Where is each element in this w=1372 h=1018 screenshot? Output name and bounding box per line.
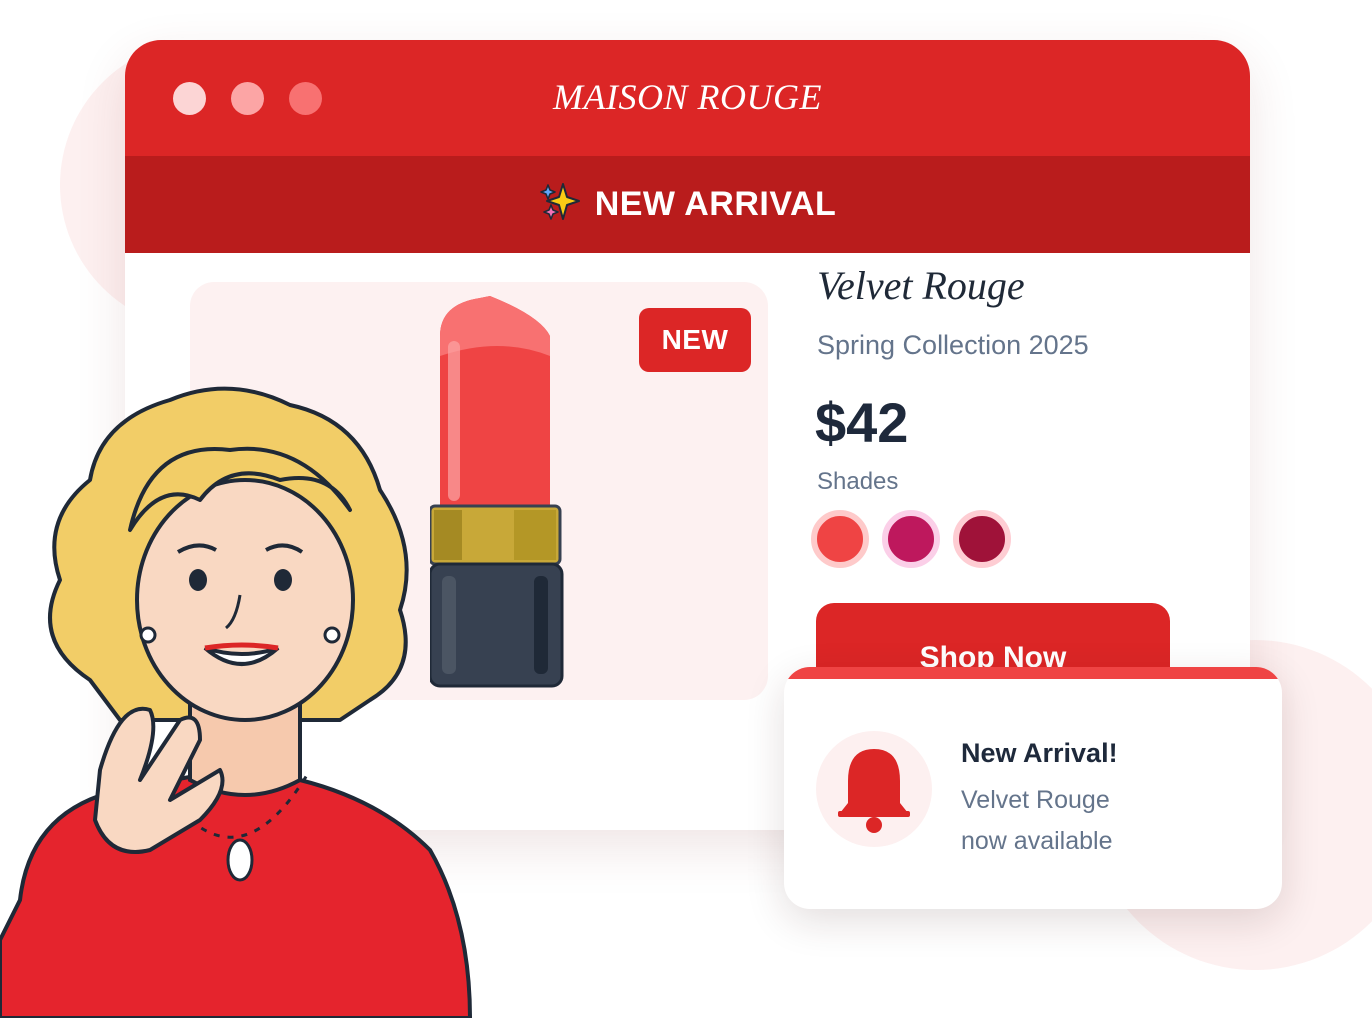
product-title: Velvet Rouge <box>817 263 1025 308</box>
sparkles-icon <box>539 181 581 228</box>
new-badge: NEW <box>639 308 751 372</box>
notification-title: New Arrival! <box>961 738 1118 768</box>
shade-swatch[interactable] <box>882 510 940 568</box>
product-price: $42 <box>815 391 909 454</box>
notification-card[interactable]: New Arrival! Velvet Rouge now available <box>784 667 1282 909</box>
notification-line: Velvet Rouge <box>961 786 1110 814</box>
notification-line: now available <box>961 827 1113 855</box>
shade-swatch[interactable] <box>953 510 1011 568</box>
title-bar: MAISON ROUGE <box>125 40 1250 156</box>
shade-swatch[interactable] <box>811 510 869 568</box>
app-title: MAISON ROUGE <box>553 77 822 117</box>
new-arrival-banner: NEW ARRIVAL <box>125 156 1250 253</box>
woman-illustration <box>0 380 480 1018</box>
banner-text: NEW ARRIVAL <box>594 185 837 223</box>
bell-icon <box>816 731 932 847</box>
notification-accent-bar <box>784 667 1282 679</box>
product-collection: Spring Collection 2025 <box>817 330 1089 360</box>
shades-label: Shades <box>817 468 899 495</box>
